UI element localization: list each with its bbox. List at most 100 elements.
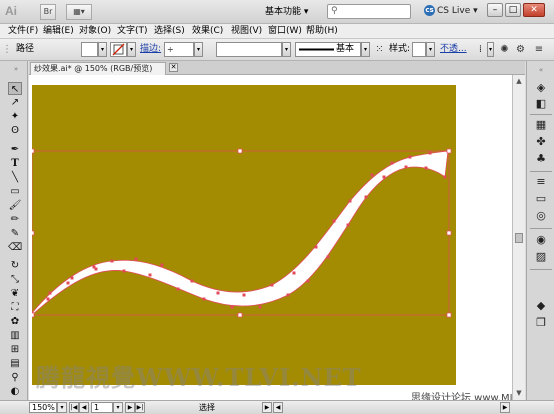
appearance-icon[interactable]: ◉ bbox=[534, 233, 548, 247]
scroll-thumb[interactable] bbox=[515, 233, 523, 243]
menu-view[interactable]: 视图(V) bbox=[231, 25, 262, 38]
mesh-tool-icon[interactable]: ⊞ bbox=[8, 343, 22, 356]
bounding-box-handle[interactable] bbox=[32, 148, 35, 154]
layers-icon[interactable]: ◆ bbox=[534, 299, 548, 313]
menu-select[interactable]: 选择(S) bbox=[154, 25, 185, 38]
anchor-point[interactable] bbox=[122, 269, 126, 273]
anchor-point[interactable] bbox=[66, 281, 70, 285]
artboard-dropdown[interactable]: ▾ bbox=[113, 402, 123, 413]
graphic-styles-icon[interactable]: ▨ bbox=[534, 250, 548, 264]
first-artboard-button[interactable]: |◀ bbox=[69, 402, 79, 413]
brushes-icon[interactable]: ✤ bbox=[534, 135, 548, 149]
anchor-point[interactable] bbox=[390, 161, 394, 165]
arrange-documents-button[interactable]: ▦▾ bbox=[66, 4, 92, 20]
eraser-tool-icon[interactable]: ⌫ bbox=[8, 241, 22, 254]
symbol-sprayer-tool-icon[interactable]: ✿ bbox=[8, 315, 22, 328]
anchor-point[interactable] bbox=[270, 283, 274, 287]
anchor-point[interactable] bbox=[346, 223, 350, 227]
next-artboard-button[interactable]: ▶ bbox=[125, 402, 135, 413]
anchor-point[interactable] bbox=[332, 219, 336, 223]
align-icon[interactable]: ⁞ bbox=[474, 43, 487, 56]
rectangle-tool-icon[interactable]: ▭ bbox=[8, 185, 22, 198]
warp-tool-icon[interactable]: ❦ bbox=[8, 287, 22, 300]
graph-tool-icon[interactable]: ▥ bbox=[8, 329, 22, 342]
anchor-point[interactable] bbox=[48, 291, 52, 295]
align-dropdown[interactable]: ▾ bbox=[487, 42, 494, 57]
stroke-dropdown[interactable]: ▾ bbox=[127, 42, 136, 57]
menu-type[interactable]: 文字(T) bbox=[117, 25, 148, 38]
recolor-icon[interactable]: ✺ bbox=[498, 43, 511, 56]
stroke-weight-dropdown[interactable]: ▾ bbox=[194, 42, 203, 57]
anchor-point[interactable] bbox=[46, 297, 50, 301]
stroke-icon[interactable]: ≡ bbox=[534, 175, 548, 189]
status-menu-button[interactable]: ▶ bbox=[262, 402, 272, 413]
anchor-point[interactable] bbox=[326, 255, 330, 259]
previous-artboard-button[interactable]: ◀ bbox=[79, 402, 89, 413]
gradient-icon[interactable]: ▭ bbox=[534, 192, 548, 206]
anchor-point[interactable] bbox=[424, 166, 428, 170]
color-guide-icon[interactable]: ◧ bbox=[534, 97, 548, 111]
anchor-point[interactable] bbox=[202, 297, 206, 301]
style-dropdown[interactable]: ▾ bbox=[426, 42, 435, 57]
variable-width-profile[interactable] bbox=[216, 42, 282, 57]
search-input[interactable]: ⚲ bbox=[327, 4, 411, 19]
minimize-button[interactable]: – bbox=[487, 3, 503, 17]
line-tool-icon[interactable]: ╲ bbox=[8, 171, 22, 184]
anchor-point[interactable] bbox=[404, 165, 408, 169]
anchor-point[interactable] bbox=[242, 293, 246, 297]
selection-tool-icon[interactable]: ↖ bbox=[8, 82, 22, 95]
fill-dropdown[interactable]: ▾ bbox=[98, 42, 107, 57]
rotate-tool-icon[interactable]: ↻ bbox=[8, 259, 22, 272]
anchor-point[interactable] bbox=[382, 175, 386, 179]
zoom-dropdown[interactable]: ▾ bbox=[57, 402, 67, 413]
stroke-link[interactable]: 描边: bbox=[140, 44, 161, 55]
brush-dropdown[interactable]: ▾ bbox=[361, 42, 370, 57]
graphic-style-grid-icon[interactable]: ⁙ bbox=[373, 43, 386, 56]
eyedropper-tool-icon[interactable]: ⚲ bbox=[8, 371, 22, 384]
cs-live-button[interactable]: cs CS Live ▾ bbox=[424, 5, 478, 18]
anchor-point[interactable] bbox=[230, 305, 234, 309]
vertical-scrollbar[interactable]: ▲ ▼ bbox=[512, 75, 525, 400]
menu-object[interactable]: 对象(O) bbox=[79, 25, 111, 38]
anchor-point[interactable] bbox=[148, 273, 152, 277]
close-button[interactable]: ✕ bbox=[523, 3, 545, 17]
anchor-point[interactable] bbox=[364, 195, 368, 199]
bridge-button[interactable]: Br bbox=[40, 4, 56, 20]
opacity-link[interactable]: 不透... bbox=[440, 44, 467, 55]
bounding-box-handle[interactable] bbox=[32, 230, 35, 236]
scroll-right-icon[interactable]: ▶ bbox=[500, 402, 510, 413]
pen-tool-icon[interactable]: ✒ bbox=[8, 143, 22, 156]
tab-close-icon[interactable]: ✕ bbox=[169, 63, 178, 72]
color-panel-icon[interactable]: ◈ bbox=[534, 81, 548, 95]
anchor-point[interactable] bbox=[190, 279, 194, 283]
anchor-point[interactable] bbox=[370, 173, 374, 177]
anchor-point[interactable] bbox=[176, 287, 180, 291]
menu-window[interactable]: 窗口(W) bbox=[268, 25, 302, 38]
anchor-point[interactable] bbox=[94, 267, 98, 271]
artboard-number-field[interactable]: 1 bbox=[91, 402, 113, 413]
anchor-point[interactable] bbox=[306, 279, 310, 283]
document-tab[interactable]: 纱效果.ai* @ 150% (RGB/预览) bbox=[30, 62, 166, 75]
pencil-tool-icon[interactable]: ✏ bbox=[8, 213, 22, 226]
anchor-point[interactable] bbox=[428, 151, 432, 155]
blob-brush-tool-icon[interactable]: ✎ bbox=[8, 227, 22, 240]
style-swatch[interactable] bbox=[412, 42, 426, 57]
anchor-point[interactable] bbox=[160, 263, 164, 267]
anchor-point[interactable] bbox=[134, 257, 138, 261]
stroke-weight-field[interactable]: ÷ bbox=[164, 42, 194, 57]
menu-help[interactable]: 帮助(H) bbox=[306, 25, 338, 38]
bounding-box-handle[interactable] bbox=[237, 148, 243, 154]
anchor-point[interactable] bbox=[314, 245, 318, 249]
blend-tool-icon[interactable]: ◐ bbox=[8, 385, 22, 398]
canvas[interactable]: 腾龍視覺WWW.TLVI.NET 思缘设计论坛 www.MISSYUAN.COM bbox=[29, 75, 512, 400]
last-artboard-button[interactable]: ▶| bbox=[135, 402, 145, 413]
document-setup-icon[interactable]: ⚙ bbox=[514, 43, 527, 56]
scroll-up-icon[interactable]: ▲ bbox=[514, 76, 524, 86]
anchor-point[interactable] bbox=[286, 293, 290, 297]
direct-selection-tool-icon[interactable]: ↗ bbox=[8, 96, 22, 109]
fill-swatch[interactable] bbox=[81, 42, 98, 57]
paintbrush-tool-icon[interactable]: 🖌 bbox=[8, 199, 22, 212]
menu-edit[interactable]: 编辑(E) bbox=[43, 25, 74, 38]
control-panel-menu-icon[interactable]: ≡ bbox=[532, 43, 546, 56]
anchor-point[interactable] bbox=[216, 291, 220, 295]
